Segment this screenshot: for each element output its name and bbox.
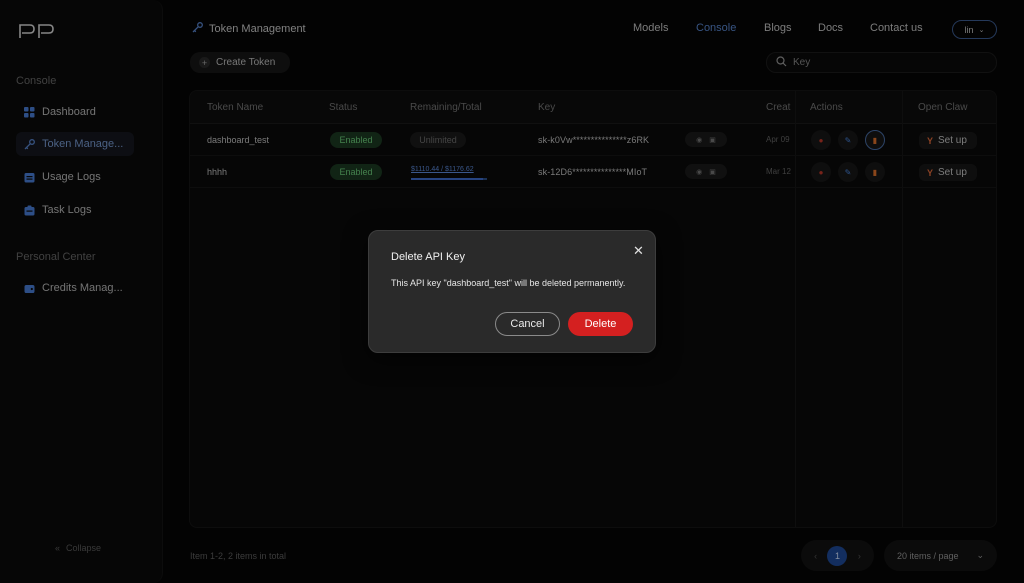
delete-dialog: Delete API Key ✕ This API key "dashboard… xyxy=(368,230,656,353)
dialog-message: This API key "dashboard_test" will be de… xyxy=(391,278,626,288)
cancel-button[interactable]: Cancel xyxy=(495,312,560,336)
delete-confirm-button[interactable]: Delete xyxy=(568,312,633,336)
close-icon[interactable]: ✕ xyxy=(633,243,644,259)
dialog-title: Delete API Key xyxy=(391,251,465,263)
